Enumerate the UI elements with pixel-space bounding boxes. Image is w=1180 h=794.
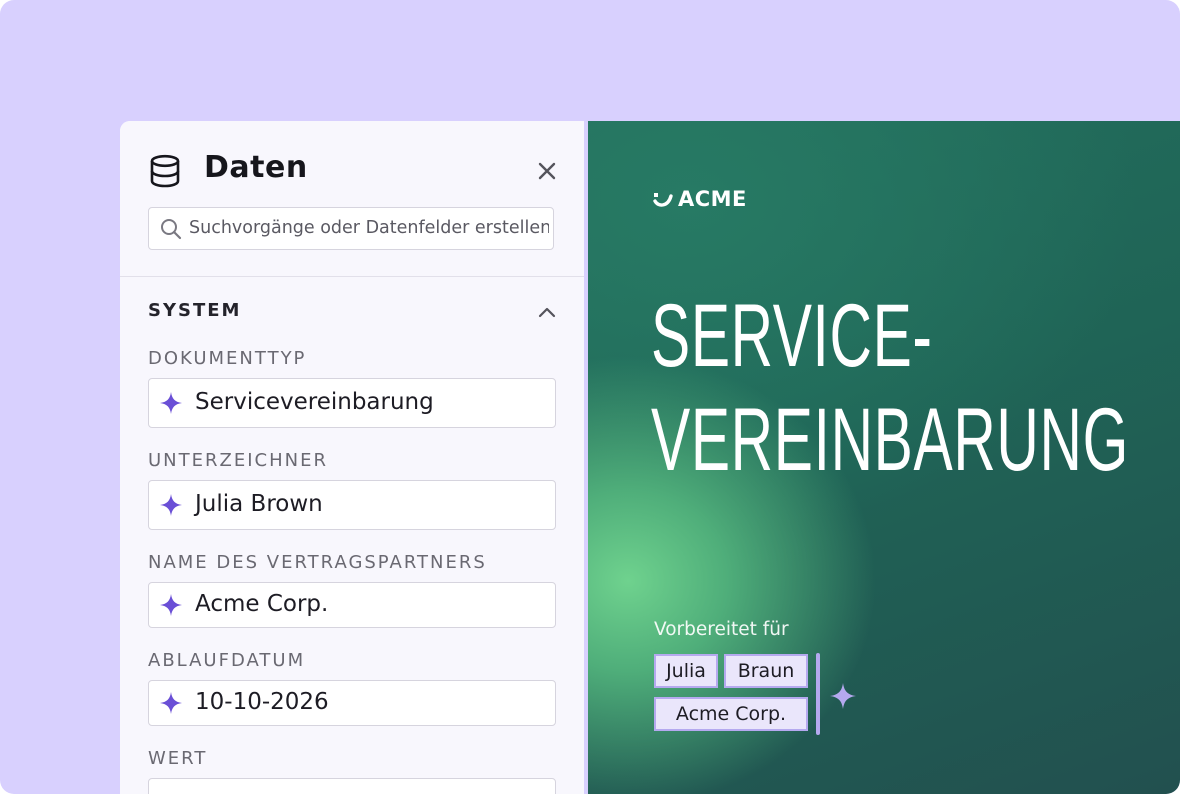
field-label-value: WERT — [148, 748, 208, 769]
field-label-document-type: DOKUMENTTYP — [148, 348, 307, 369]
document-title-line-1: SERVICE- — [651, 285, 933, 385]
logo-text: ACME — [678, 187, 747, 211]
section-title: SYSTEM — [148, 300, 242, 321]
database-icon — [150, 154, 180, 188]
chevron-up-icon[interactable] — [536, 302, 558, 324]
sparkle-icon — [160, 392, 182, 414]
sparkle-icon — [160, 594, 182, 616]
sparkle-icon — [830, 683, 856, 709]
sparkle-icon — [160, 494, 182, 516]
chip-last-name[interactable]: Braun — [724, 654, 808, 688]
data-panel: Daten SYSTEM DOKUMENTTYP Servicevereinba… — [120, 121, 584, 794]
search-icon — [161, 219, 182, 240]
chip-first-name[interactable]: Julia — [654, 654, 718, 688]
field-value: Acme Corp. — [195, 591, 329, 617]
smile-logo-icon — [653, 193, 673, 207]
search-input[interactable] — [189, 208, 549, 248]
field-partner-name[interactable]: Acme Corp. — [148, 582, 556, 628]
search-field[interactable] — [148, 207, 554, 250]
field-signer[interactable]: Julia Brown — [148, 480, 556, 530]
chip-group-bar — [816, 653, 820, 735]
document-preview: ACME SERVICE- VEREINBARUNG Vorbereitet f… — [588, 121, 1180, 794]
field-label-partner-name: NAME DES VERTRAGSPARTNERS — [148, 552, 487, 573]
document-title-line-2: VEREINBARUNG — [651, 389, 1129, 489]
panel-header: Daten — [120, 121, 584, 277]
sparkle-icon — [160, 692, 182, 714]
panel-title: Daten — [204, 150, 308, 185]
document-title: SERVICE- VEREINBARUNG — [651, 283, 1129, 491]
field-document-type[interactable]: Servicevereinbarung — [148, 378, 556, 428]
chip-company[interactable]: Acme Corp. — [654, 697, 808, 731]
field-label-signer: UNTERZEICHNER — [148, 450, 328, 471]
field-value: Julia Brown — [195, 491, 323, 517]
close-icon[interactable] — [534, 158, 560, 184]
field-value: 10-10-2026 — [195, 689, 329, 715]
prepared-for-label: Vorbereitet für — [654, 619, 789, 640]
field-label-expiry-date: ABLAUFDATUM — [148, 650, 306, 671]
field-value: Servicevereinbarung — [195, 389, 434, 415]
field-expiry-date[interactable]: 10-10-2026 — [148, 680, 556, 726]
app-frame: Daten SYSTEM DOKUMENTTYP Servicevereinba… — [0, 0, 1180, 794]
field-value-input[interactable] — [148, 778, 556, 794]
